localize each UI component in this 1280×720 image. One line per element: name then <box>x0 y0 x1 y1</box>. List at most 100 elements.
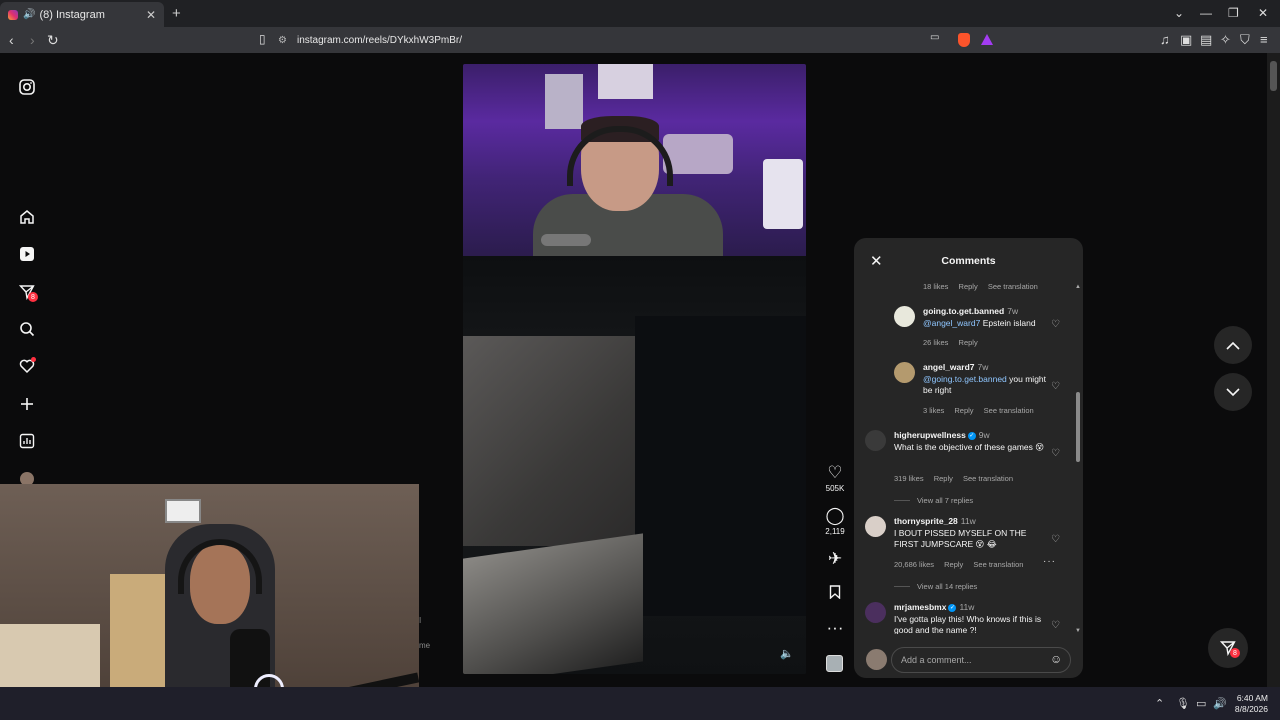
create-icon[interactable] <box>17 394 37 414</box>
sidebar-toggle-icon[interactable]: ▣ <box>1180 32 1192 48</box>
tray-overflow-icon[interactable]: ⌃ <box>1155 697 1164 710</box>
display-icon[interactable]: ▭ <box>1196 697 1206 710</box>
translate-link[interactable]: See translation <box>973 560 1023 569</box>
avatar[interactable] <box>865 602 886 623</box>
comment-like-icon[interactable]: ♡ <box>1051 319 1060 330</box>
comment-mention[interactable]: @going.to.get.banned <box>923 374 1007 384</box>
more-action[interactable]: ··· <box>822 618 848 638</box>
brave-shields-icon[interactable] <box>958 33 970 47</box>
reload-icon[interactable]: ↻ <box>47 32 59 49</box>
system-clock[interactable]: 6:40 AM 8/8/2026 <box>1230 693 1268 715</box>
search-icon[interactable] <box>17 319 37 339</box>
page-scrollbar[interactable] <box>1267 53 1280 687</box>
share-icon[interactable]: ✈ <box>822 549 848 569</box>
scroll-up-icon[interactable]: ▲ <box>1075 284 1081 290</box>
heart-icon[interactable]: ♡ <box>822 463 848 483</box>
save-action[interactable] <box>822 584 848 604</box>
avatar[interactable] <box>865 516 886 537</box>
reel-video[interactable]: 🔈 <box>463 64 806 674</box>
comment-like-icon[interactable]: ♡ <box>1051 620 1060 631</box>
game-doorway <box>635 316 806 616</box>
comments-header: ✕ Comments <box>854 238 1083 282</box>
comment-mention[interactable]: @angel_ward7 <box>923 318 980 328</box>
reply-link[interactable]: Reply <box>959 338 978 347</box>
translate-link[interactable]: See translation <box>984 406 1034 415</box>
page-scrollbar-thumb[interactable] <box>1270 61 1277 91</box>
floating-messages-button[interactable]: 8 <box>1208 628 1248 668</box>
translate-link[interactable]: See translation <box>963 474 1013 483</box>
comment-more-icon[interactable]: ··· <box>1043 556 1056 567</box>
wallet-icon[interactable]: ▤ <box>1200 32 1212 48</box>
forward-icon[interactable]: › <box>30 32 35 48</box>
comment-username[interactable]: angel_ward7 <box>923 362 975 372</box>
more-icon[interactable]: ··· <box>822 618 848 638</box>
tab-search-icon[interactable]: ⌄ <box>1174 6 1184 20</box>
leo-ai-icon[interactable]: ✧ <box>1220 32 1231 48</box>
add-comment-input[interactable] <box>891 647 1071 673</box>
avatar[interactable] <box>894 362 915 383</box>
comment-action[interactable]: ◯ 2,119 <box>822 506 848 536</box>
comments-scrollbar-thumb[interactable] <box>1076 392 1080 462</box>
cast-icon[interactable]: ▭ <box>930 32 939 43</box>
reply-link[interactable]: Reply <box>954 406 973 415</box>
back-icon[interactable]: ‹ <box>9 32 14 48</box>
notifications-dot <box>31 357 36 362</box>
comment-username[interactable]: higherupwellness <box>894 430 966 440</box>
view-replies-button[interactable]: View all 7 replies <box>894 496 973 505</box>
reply-link[interactable]: Reply <box>944 560 963 569</box>
vpn-icon[interactable]: ⛉ <box>1240 32 1250 48</box>
avatar[interactable] <box>894 306 915 327</box>
comment-count: 2,119 <box>825 527 845 536</box>
view-replies-label: View all 7 replies <box>917 496 974 505</box>
instagram-logo-icon[interactable] <box>17 77 37 97</box>
volume-icon[interactable]: 🔊 <box>1213 697 1227 710</box>
bookmark-icon[interactable] <box>822 584 848 604</box>
comment-meta: 20,686 likes Reply See translation <box>894 560 1031 569</box>
reels-icon[interactable] <box>17 244 37 264</box>
previous-reel-button[interactable] <box>1214 326 1252 364</box>
address-bar[interactable]: ⚙ instagram.com/reels/DYkxhW3PmBr/ <box>278 30 998 50</box>
url-text: instagram.com/reels/DYkxhW3PmBr/ <box>296 34 463 46</box>
comments-list[interactable]: 18 likes Reply See translation going.to.… <box>854 282 1083 634</box>
next-reel-button[interactable] <box>1214 373 1252 411</box>
clock-time: 6:40 AM <box>1236 693 1268 703</box>
comment-like-icon[interactable]: ♡ <box>1051 448 1060 459</box>
like-action[interactable]: ♡ 505K <box>822 463 848 493</box>
messages-icon[interactable]: 8 <box>17 282 38 302</box>
microphone-icon[interactable]: 🎙 <box>1176 697 1190 710</box>
home-icon[interactable] <box>17 207 37 227</box>
browser-tab[interactable]: 🔊 (8) Instagram ✕ <box>0 2 164 27</box>
like-count: 20,686 likes <box>894 560 935 569</box>
comment-like-icon[interactable]: ♡ <box>1051 534 1060 545</box>
reply-link[interactable]: Reply <box>934 474 953 483</box>
scroll-down-icon[interactable]: ▼ <box>1075 628 1081 634</box>
comments-scrollbar[interactable]: ▲ ▼ <box>1075 284 1081 634</box>
new-tab-button[interactable]: + <box>172 5 181 22</box>
site-info-icon[interactable]: ⚙ <box>278 35 287 46</box>
bookmark-icon[interactable]: ▯ <box>259 32 266 46</box>
dashboard-icon[interactable] <box>17 431 37 451</box>
avatar[interactable] <box>865 430 886 451</box>
comment-username[interactable]: going.to.get.banned <box>923 306 1004 316</box>
minimize-button[interactable]: — <box>1200 6 1212 20</box>
view-replies-button[interactable]: View all 14 replies <box>894 582 977 591</box>
speaker-icon[interactable]: 🔊 <box>23 9 35 20</box>
close-window-button[interactable]: ✕ <box>1258 6 1268 20</box>
media-icon[interactable]: ♫ <box>1160 32 1170 47</box>
close-tab-icon[interactable]: ✕ <box>146 8 156 22</box>
audio-thumbnail[interactable] <box>826 655 843 672</box>
notifications-icon[interactable] <box>17 356 37 376</box>
restore-button[interactable]: ❐ <box>1228 6 1239 20</box>
comment-icon[interactable]: ◯ <box>822 506 848 526</box>
brave-rewards-icon[interactable] <box>981 34 993 45</box>
emoji-icon[interactable]: ☺ <box>1050 652 1062 666</box>
share-action[interactable]: ✈ <box>822 549 848 569</box>
menu-icon[interactable]: ≡ <box>1260 32 1268 47</box>
volume-icon[interactable]: 🔈 <box>780 647 794 660</box>
current-user-avatar <box>866 649 887 670</box>
comment-username[interactable]: mrjamesbmx <box>894 602 946 612</box>
comment-like-icon[interactable]: ♡ <box>1051 381 1060 392</box>
reply-link[interactable]: Reply <box>959 282 978 291</box>
translate-link[interactable]: See translation <box>988 282 1038 291</box>
comment-username[interactable]: thornysprite_28 <box>894 516 958 526</box>
